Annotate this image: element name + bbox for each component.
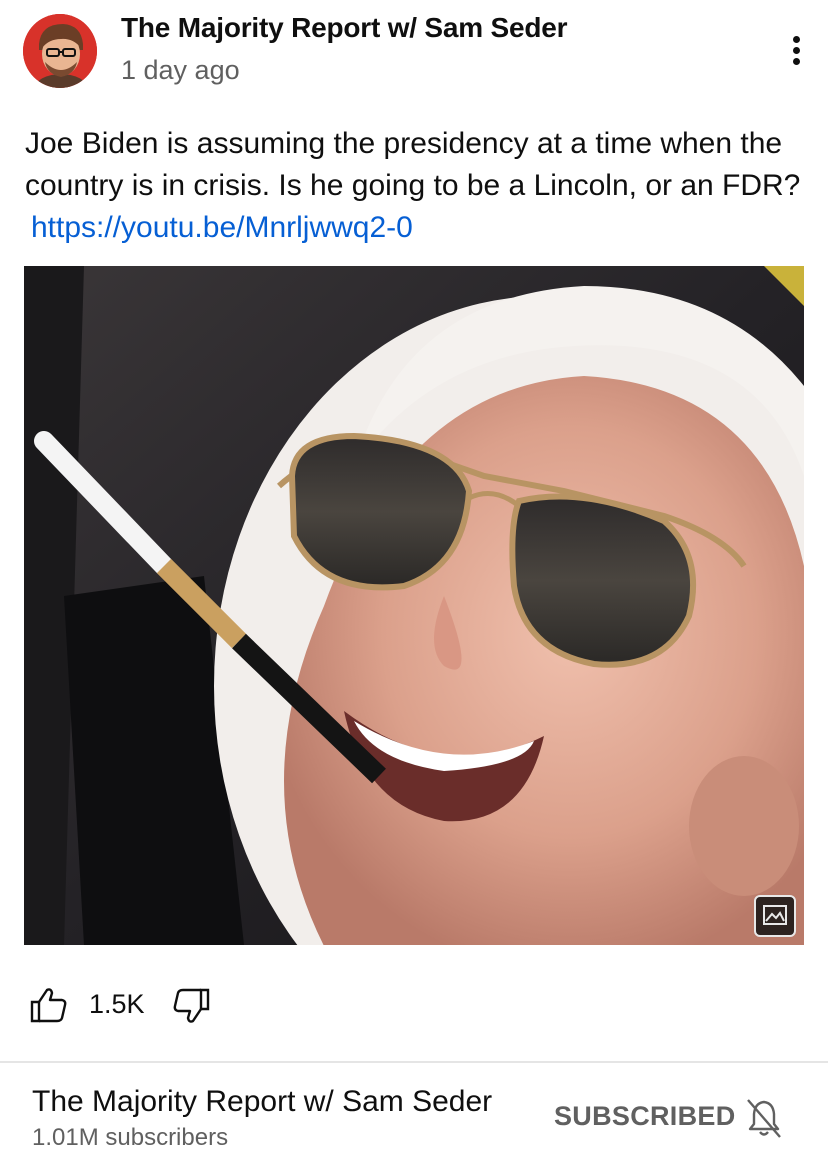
bell-off-icon[interactable] xyxy=(744,1097,784,1141)
subscriber-count: 1.01M subscribers xyxy=(32,1124,229,1151)
channel-name[interactable]: The Majority Report w/ Sam Seder xyxy=(121,12,568,44)
post-image-photo xyxy=(24,266,804,945)
footer-channel-name[interactable]: The Majority Report w/ Sam Seder xyxy=(32,1085,492,1119)
subscribed-button[interactable]: SUBSCRIBED xyxy=(554,1101,736,1132)
image-gallery-icon xyxy=(754,895,796,937)
thumbs-down-icon[interactable] xyxy=(172,987,212,1027)
post-header: The Majority Report w/ Sam Seder 1 day a… xyxy=(0,0,828,110)
channel-avatar[interactable] xyxy=(23,14,97,88)
post-timestamp: 1 day ago xyxy=(121,55,240,85)
post-body: Joe Biden is assuming the presidency at … xyxy=(25,123,815,249)
post-text: Joe Biden is assuming the presidency at … xyxy=(25,127,801,202)
thumbs-up-icon[interactable] xyxy=(28,985,68,1025)
post-link[interactable]: https://youtu.be/Mnrljwwq2-0 xyxy=(31,211,413,244)
avatar-illustration xyxy=(23,14,97,88)
more-options-icon[interactable] xyxy=(778,30,814,70)
engagement-bar: 1.5K xyxy=(0,975,828,1035)
post-image[interactable] xyxy=(24,266,804,945)
channel-footer: The Majority Report w/ Sam Seder 1.01M s… xyxy=(0,1063,828,1172)
like-count: 1.5K xyxy=(89,989,145,1019)
